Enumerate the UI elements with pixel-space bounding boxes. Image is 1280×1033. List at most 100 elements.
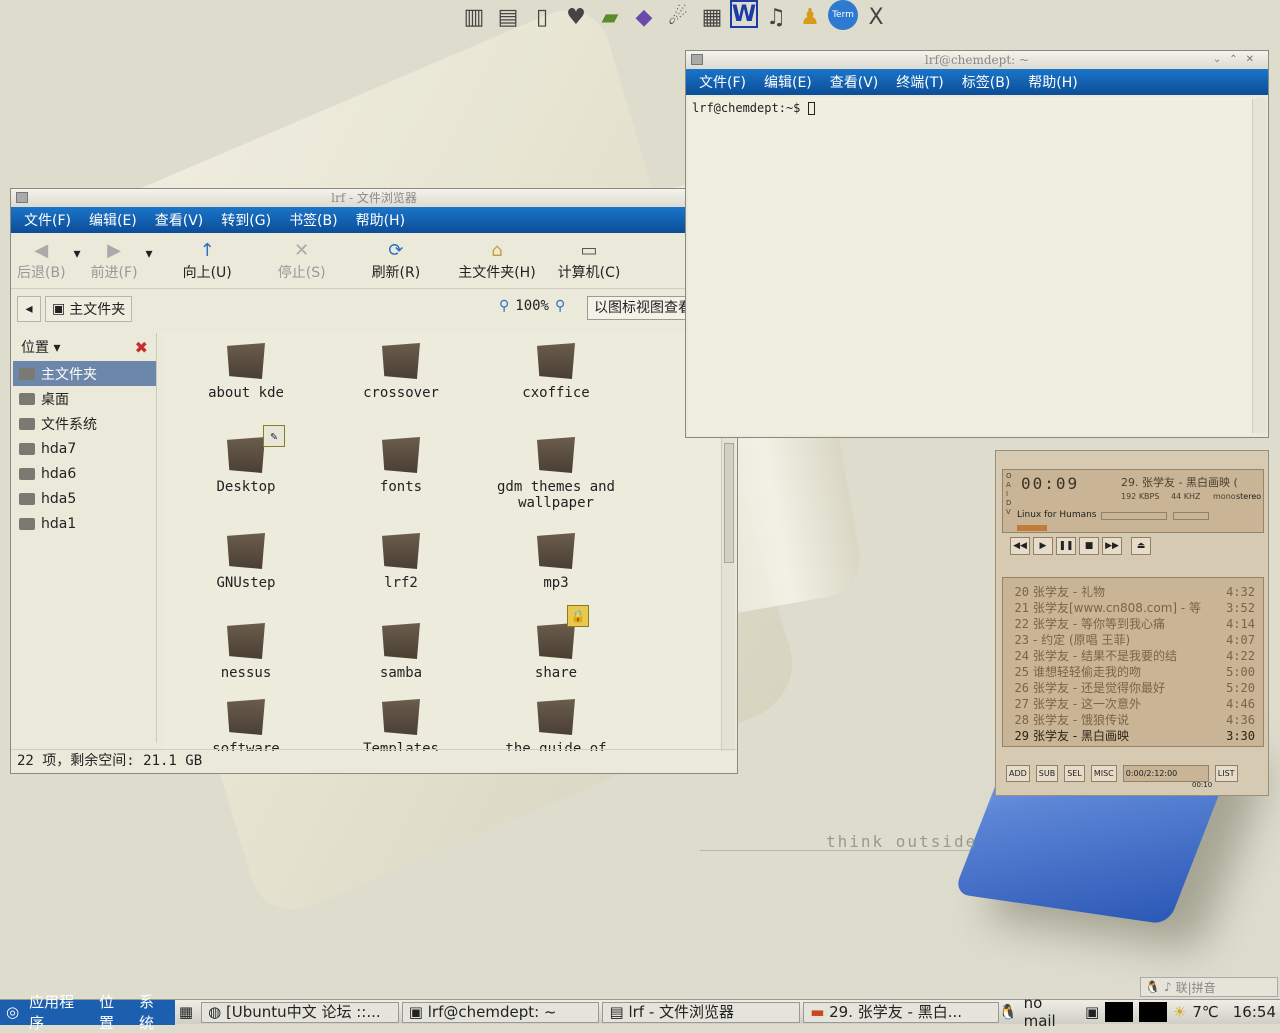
playlist-row[interactable]: 23 - 约定 (原唱 王菲) 4:07: [1003, 632, 1263, 648]
view-mode-select[interactable]: 以图标视图查看: [587, 296, 687, 320]
close-sidebar-icon[interactable]: ✖: [135, 338, 148, 357]
task-browser[interactable]: ◍ [Ubuntu中文 论坛 ::...: [201, 1001, 399, 1023]
task-terminal[interactable]: ▣ lrf@chemdept: ~: [401, 1001, 600, 1023]
word-icon[interactable]: W: [730, 0, 758, 28]
task-file-manager[interactable]: ▤ lrf - 文件浏览器: [602, 1001, 801, 1023]
play-icon[interactable]: ▶: [1033, 537, 1053, 555]
pet-icon[interactable]: ♥: [560, 0, 592, 34]
path-scroll-left-button[interactable]: ◂: [17, 296, 41, 322]
playlist-row[interactable]: 25 谁想轻轻偷走我的吻 5:00: [1003, 664, 1263, 680]
scroll-icon[interactable]: ▯: [526, 0, 558, 34]
forward-button[interactable]: ▶ 前进(F): [91, 240, 138, 282]
file-item[interactable]: GNUstep: [171, 533, 321, 591]
player-titlebar[interactable]: [996, 451, 1268, 463]
input-mode-icon[interactable]: ♪: [1164, 980, 1172, 994]
books-icon[interactable]: ▰: [594, 0, 626, 34]
network-monitor[interactable]: [1139, 1002, 1167, 1022]
system-menu[interactable]: 系统: [139, 991, 169, 1033]
temperature[interactable]: 7℃: [1192, 1003, 1218, 1021]
balance-slider[interactable]: [1173, 512, 1209, 520]
mail-penguin-icon[interactable]: 🐧: [999, 1003, 1018, 1021]
playlist-row[interactable]: 22 张学友 - 等你等到我心痛 4:14: [1003, 616, 1263, 632]
menu-file[interactable]: 文件(F): [24, 210, 71, 230]
terminal-scrollbar[interactable]: [1252, 99, 1266, 433]
cpu-monitor[interactable]: [1105, 1002, 1134, 1022]
sidebar-item-hda7[interactable]: hda7: [13, 436, 156, 461]
playlist-sub-button[interactable]: SUB: [1035, 765, 1059, 782]
window-menu-icon[interactable]: [691, 54, 703, 65]
x-icon[interactable]: X: [860, 0, 892, 34]
path-home-button[interactable]: ▣ 主文件夹: [45, 296, 133, 322]
back-history-dropdown-icon[interactable]: ▾: [74, 246, 81, 262]
stop-button[interactable]: ✕ 停止(S): [278, 240, 326, 282]
playlist-row-current[interactable]: 29 张学友 - 黑白画映 3:30: [1003, 728, 1263, 744]
notes-icon[interactable]: ▤: [492, 0, 524, 34]
playlist-add-button[interactable]: ADD: [1006, 765, 1030, 782]
file-item[interactable]: lrf2: [326, 533, 476, 591]
previous-icon[interactable]: ◀◀: [1010, 537, 1030, 555]
show-desktop-icon[interactable]: ▣: [1085, 1003, 1099, 1021]
window-menu-icon[interactable]: [16, 192, 28, 203]
menu-edit[interactable]: 编辑(E): [89, 210, 137, 230]
volume-slider[interactable]: [1101, 512, 1167, 520]
sidebar-item-filesystem[interactable]: 文件系统: [13, 411, 156, 436]
file-item[interactable]: Desktop ✎: [171, 425, 321, 495]
file-item[interactable]: software: [171, 699, 321, 751]
term-menu-help[interactable]: 帮助(H): [1028, 72, 1077, 92]
playlist-sel-button[interactable]: SEL: [1064, 765, 1085, 782]
next-icon[interactable]: ▶▶: [1102, 537, 1122, 555]
back-button[interactable]: ◀ 后退(B): [17, 240, 66, 282]
input-method-label[interactable]: 联|拼音: [1176, 979, 1216, 996]
clock[interactable]: 16:54: [1233, 1003, 1276, 1021]
playlist-row[interactable]: 20 张学友 - 礼物 4:32: [1003, 584, 1263, 600]
figure-icon[interactable]: ♟: [794, 0, 826, 34]
zoom-out-icon[interactable]: ⚲: [499, 298, 509, 314]
sidebar-item-hda5[interactable]: hda5: [13, 486, 156, 511]
playlist-misc-button[interactable]: MISC: [1090, 765, 1117, 782]
file-item[interactable]: Templates: [326, 699, 476, 751]
file-item[interactable]: gdm themes and wallpaper: [481, 437, 631, 511]
home-button[interactable]: ⌂ 主文件夹(H): [458, 240, 535, 282]
up-button[interactable]: ↑ 向上(U): [183, 240, 232, 282]
window-controls[interactable]: ⌄⌃✕: [1213, 51, 1262, 69]
playlist-row[interactable]: 28 张学友 - 饿狼传说 4:36: [1003, 712, 1263, 728]
file-item[interactable]: mp3: [481, 533, 631, 591]
file-item[interactable]: fonts: [326, 437, 476, 495]
menu-go[interactable]: 转到(G): [221, 210, 271, 230]
library-icon[interactable]: ▥: [458, 0, 490, 34]
playlist-row[interactable]: 26 张学友 - 还是觉得你最好 5:20: [1003, 680, 1263, 696]
file-item[interactable]: share 🔒: [481, 605, 631, 681]
term-menu-terminal[interactable]: 终端(T): [896, 72, 943, 92]
playlist-list-button[interactable]: LIST: [1214, 765, 1238, 782]
applications-menu[interactable]: 应用程序: [29, 991, 89, 1033]
music-icon[interactable]: ♫: [760, 0, 792, 34]
file-manager-titlebar[interactable]: lrf - 文件浏览器: [11, 189, 737, 207]
terminal-output[interactable]: lrf@chemdept:~$: [688, 97, 1252, 435]
zoom-level[interactable]: 100%: [515, 298, 549, 314]
terminal-titlebar[interactable]: lrf@chemdept: ~ ⌄⌃✕: [686, 51, 1268, 69]
file-item[interactable]: the guide of: [481, 699, 631, 751]
playlist-row[interactable]: 21 张学友[www.cn808.com] - 等 3:52: [1003, 600, 1263, 616]
menu-help[interactable]: 帮助(H): [356, 210, 405, 230]
sidebar-type-select[interactable]: 位置 ▾: [21, 337, 60, 357]
menu-bookmarks[interactable]: 书签(B): [289, 210, 338, 230]
term-menu-view[interactable]: 查看(V): [830, 72, 879, 92]
film-icon[interactable]: ▦: [696, 0, 728, 34]
term-menu-tabs[interactable]: 标签(B): [962, 72, 1011, 92]
file-item[interactable]: samba: [326, 623, 476, 681]
term-icon[interactable]: Term: [828, 0, 858, 30]
gimp-icon[interactable]: ☄: [662, 0, 694, 34]
task-media-player[interactable]: ▬ 29. 张学友 - 黑白...: [803, 1001, 999, 1023]
playlist-row[interactable]: 24 张学友 - 结果不是我要的结 4:22: [1003, 648, 1263, 664]
forward-history-dropdown-icon[interactable]: ▾: [146, 246, 153, 262]
playlist-row[interactable]: 27 张学友 - 这一次意外 4:46: [1003, 696, 1263, 712]
seek-bar[interactable]: [1017, 525, 1047, 531]
scrollbar-thumb[interactable]: [724, 443, 734, 563]
term-menu-edit[interactable]: 编辑(E): [764, 72, 812, 92]
mail-status[interactable]: no mail: [1024, 994, 1079, 1030]
education-icon[interactable]: ◆: [628, 0, 660, 34]
pause-icon[interactable]: ❚❚: [1056, 537, 1076, 555]
term-menu-file[interactable]: 文件(F): [699, 72, 746, 92]
zoom-in-icon[interactable]: ⚲: [555, 298, 565, 314]
file-item[interactable]: nessus: [171, 623, 321, 681]
